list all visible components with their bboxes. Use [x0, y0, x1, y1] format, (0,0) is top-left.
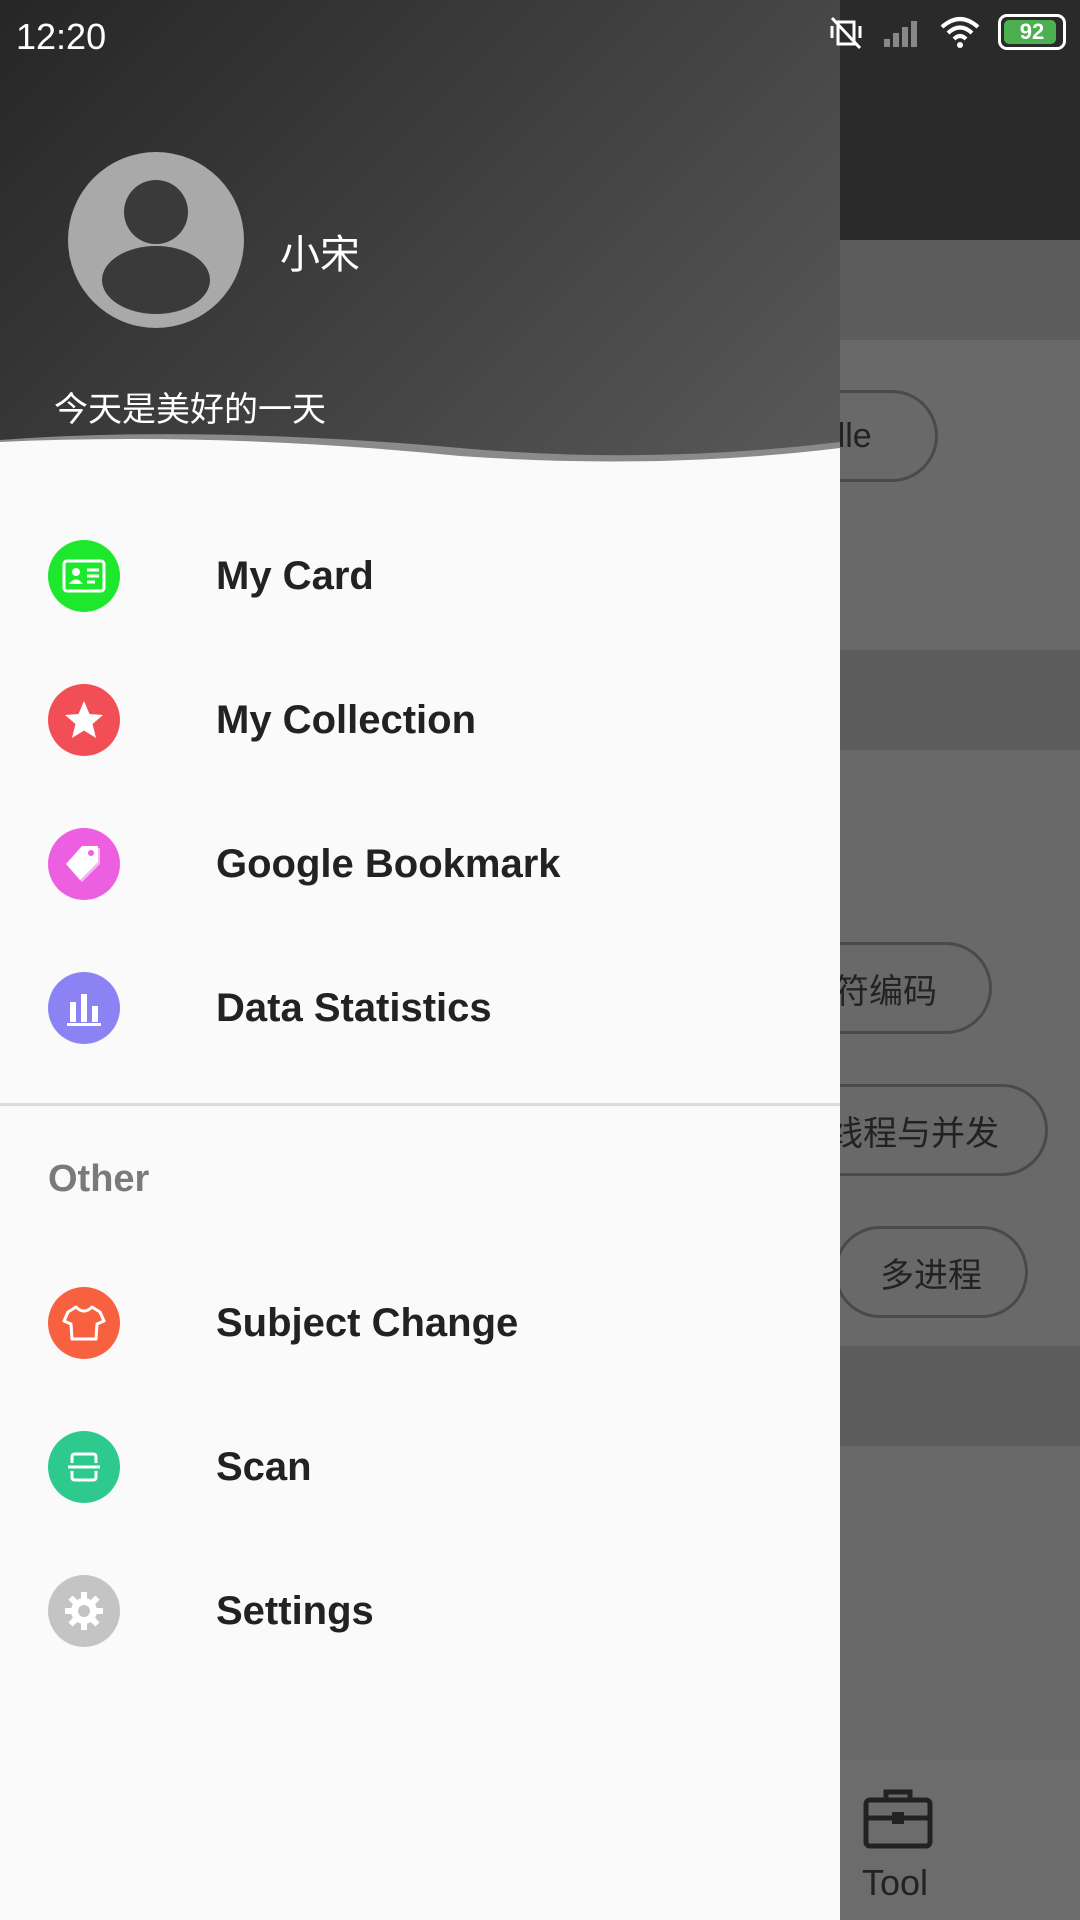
- menu-item-label: My Collection: [216, 697, 477, 742]
- menu-item-label: Data Statistics: [216, 985, 492, 1030]
- menu-item-label: My Card: [216, 553, 374, 598]
- menu-item-settings[interactable]: Settings: [0, 1539, 840, 1683]
- bar-chart-icon: [48, 972, 120, 1044]
- drawer-divider: [0, 1103, 840, 1106]
- navigation-drawer: 小宋 今天是美好的一天 My Card My Collection Google…: [0, 0, 840, 1920]
- menu-item-label: Google Bookmark: [216, 841, 561, 886]
- menu-item-my-collection[interactable]: My Collection: [0, 648, 840, 792]
- tag-icon: [48, 828, 120, 900]
- section-title-other: Other: [48, 1158, 150, 1200]
- vibrate-off-icon: [830, 16, 862, 50]
- tool-tab-label: Tool: [862, 1862, 929, 1903]
- signal-icon: [884, 21, 917, 47]
- menu-item-label: Scan: [216, 1444, 312, 1489]
- gear-icon: [48, 1575, 120, 1647]
- menu-item-label: Subject Change: [216, 1300, 519, 1345]
- menu-item-scan[interactable]: Scan: [0, 1395, 840, 1539]
- menu-item-google-bookmark[interactable]: Google Bookmark: [0, 792, 840, 936]
- star-icon: [48, 684, 120, 756]
- menu-item-subject-change[interactable]: Subject Change: [0, 1251, 840, 1395]
- battery-icon: 92: [998, 14, 1066, 50]
- menu-item-my-card[interactable]: My Card: [0, 504, 840, 648]
- wifi-icon: [940, 17, 980, 48]
- background-chip: 多进程: [834, 1226, 1028, 1318]
- status-icons: 92: [828, 14, 1066, 50]
- battery-level: 92: [1019, 19, 1045, 44]
- header-wave: [0, 434, 840, 480]
- scan-icon: [48, 1431, 120, 1503]
- avatar[interactable]: [68, 152, 244, 328]
- status-time: 12:20: [16, 16, 107, 57]
- id-card-icon: [48, 540, 120, 612]
- shirt-icon: [48, 1287, 120, 1359]
- menu-item-data-statistics[interactable]: Data Statistics: [0, 936, 840, 1080]
- user-name: 小宋: [280, 233, 360, 277]
- status-bar: 12:20 92: [0, 0, 1080, 74]
- toolbox-icon: [863, 1789, 933, 1849]
- menu-item-label: Settings: [216, 1588, 374, 1633]
